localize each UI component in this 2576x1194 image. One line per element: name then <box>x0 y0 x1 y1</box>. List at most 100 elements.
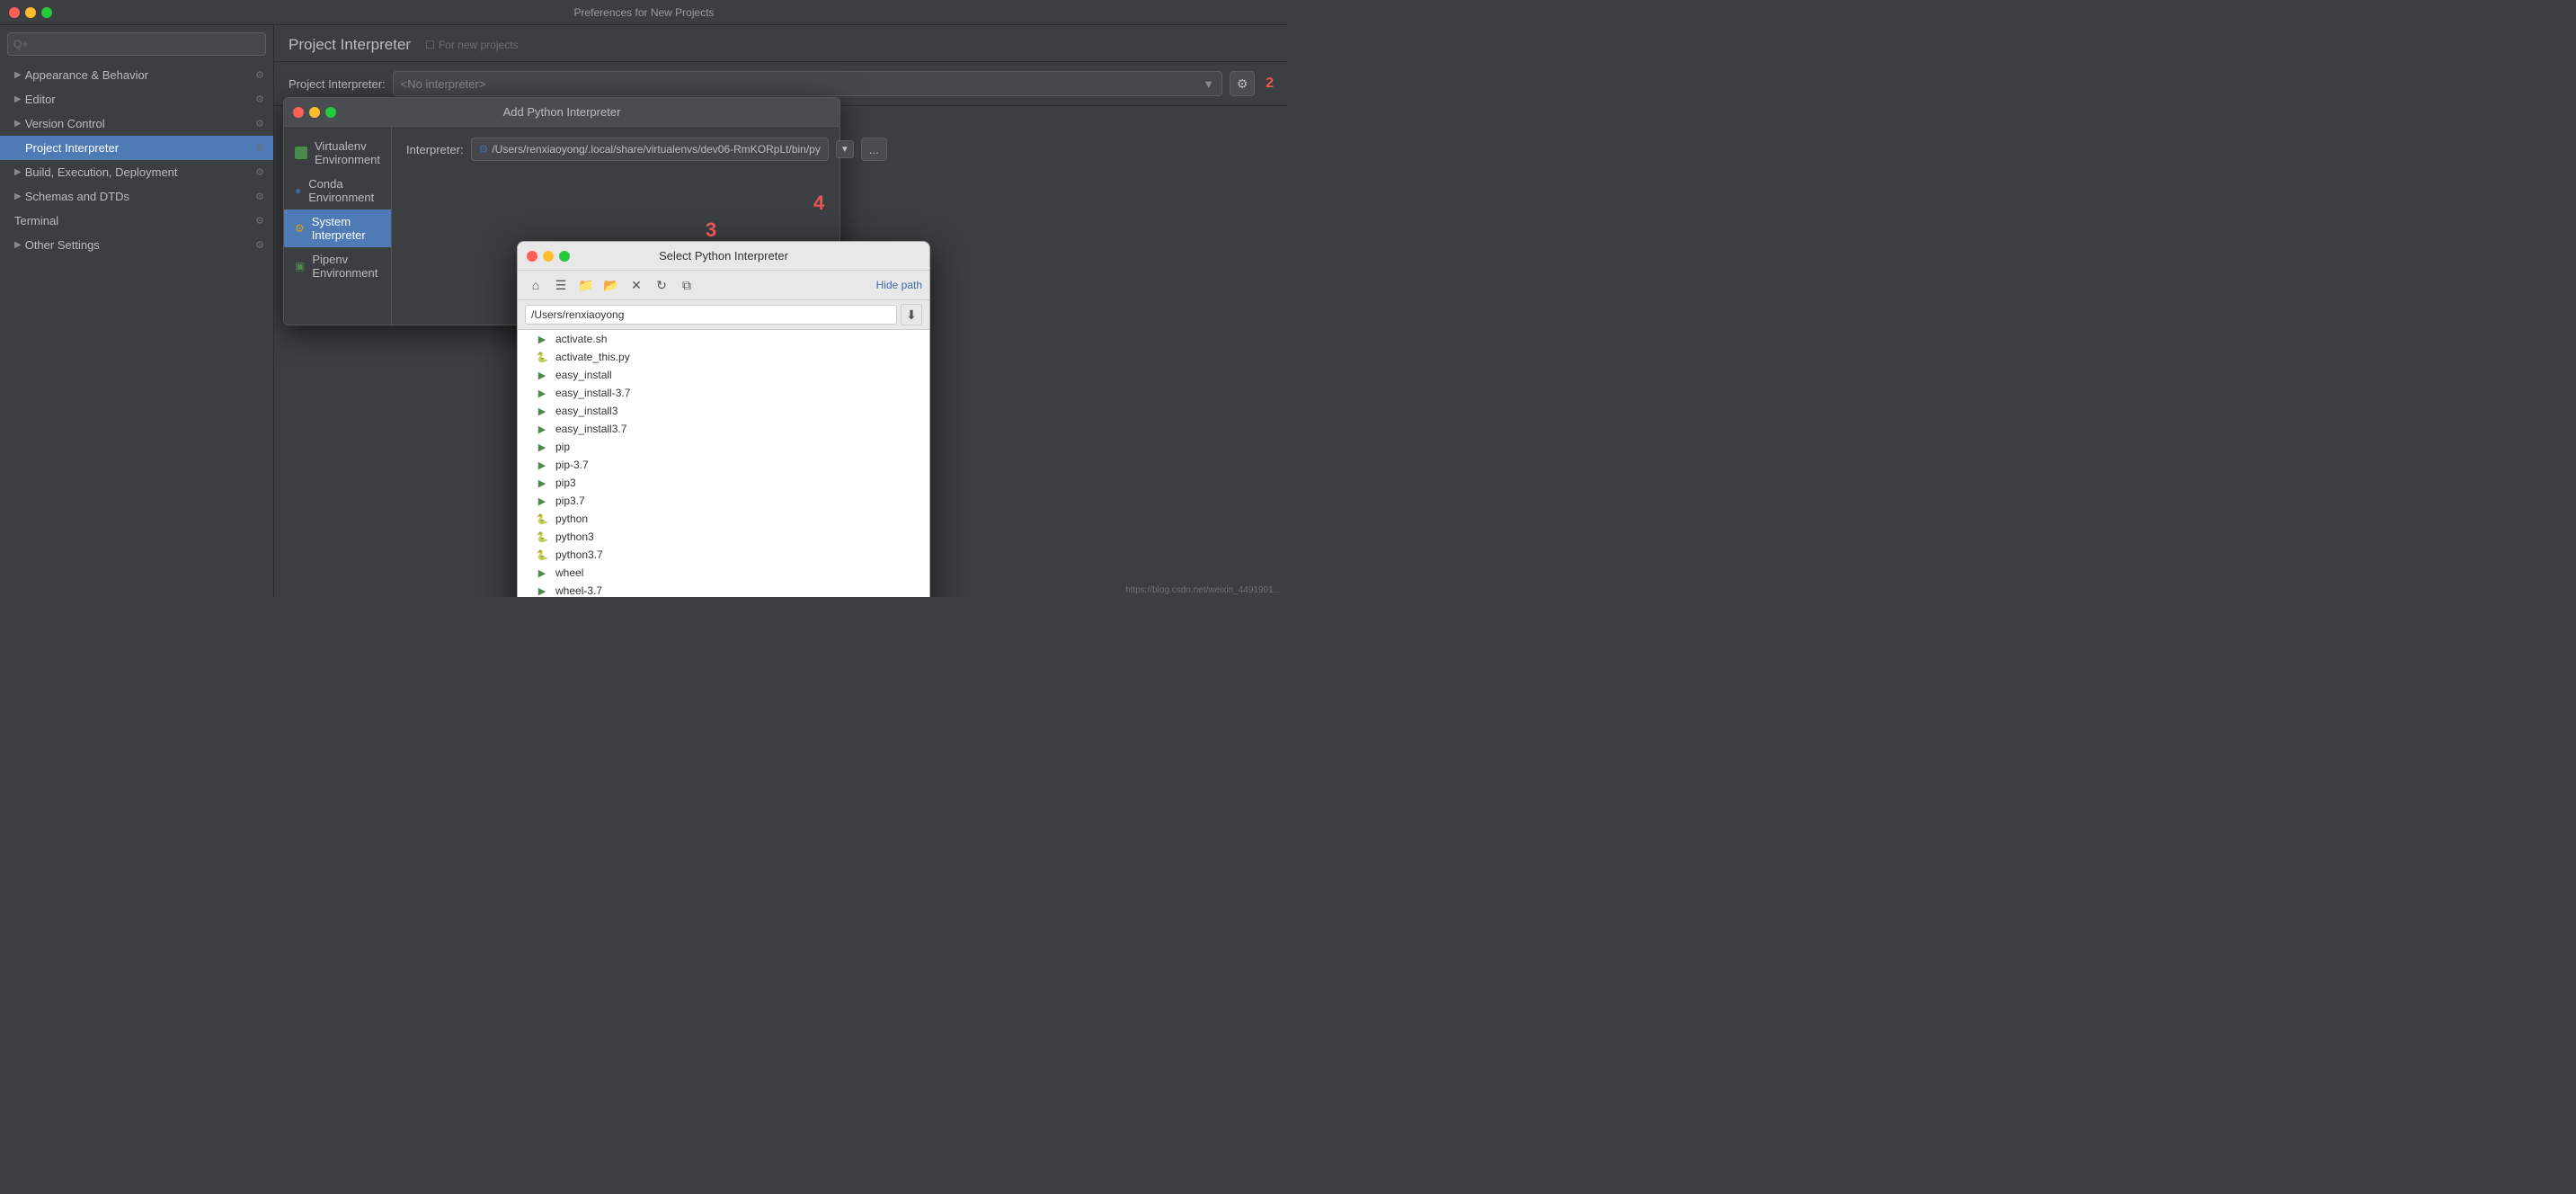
list-item[interactable]: 🐍 python3.7 <box>518 546 929 564</box>
sidebar-item-project-interpreter[interactable]: Project Interpreter ⚙ <box>0 136 273 160</box>
sidebar-item-label: Schemas and DTDs <box>25 190 129 203</box>
system-label: System Interpreter <box>312 215 380 242</box>
new-folder-button[interactable]: 📂 <box>600 274 622 296</box>
sidebar-item-schemas[interactable]: ▶ Schemas and DTDs ⚙ <box>0 184 273 209</box>
path-browse-button[interactable]: ⬇ <box>901 304 922 325</box>
file-name: wheel-3.7 <box>555 584 602 597</box>
info-icon: ☐ <box>425 39 435 51</box>
select-close-button[interactable] <box>527 251 537 262</box>
dialog-sidebar-pipenv[interactable]: ▣ Pipenv Environment <box>284 247 391 285</box>
settings-icon: ⚙ <box>255 166 264 178</box>
dialog-maximize-button[interactable] <box>325 107 336 118</box>
sidebar-item-editor[interactable]: ▶ Editor ⚙ <box>0 87 273 111</box>
list-item[interactable]: ▶ wheel <box>518 564 929 582</box>
file-list: ▶ activate.sh 🐍 activate_this.py ▶ easy_… <box>518 330 929 597</box>
exec-icon: ▶ <box>536 405 548 417</box>
list-item[interactable]: ▶ pip3 <box>518 474 929 492</box>
interpreter-label: Project Interpreter: <box>289 77 386 91</box>
virtualenv-icon <box>295 147 307 159</box>
file-name: pip <box>555 441 570 453</box>
select-dialog-titlebar: Select Python Interpreter <box>518 242 929 271</box>
settings-icon: ⚙ <box>255 69 264 81</box>
sidebar-items: ▶ Appearance & Behavior ⚙ ▶ Editor ⚙ ▶ V… <box>0 63 273 597</box>
minimize-button[interactable] <box>25 7 36 18</box>
select-maximize-button[interactable] <box>559 251 570 262</box>
refresh-button[interactable]: ↻ <box>651 274 672 296</box>
interpreter-field-label: Interpreter: <box>406 143 464 156</box>
interpreter-field-value[interactable]: ⚙ /Users/renxiaoyong/.local/share/virtua… <box>471 138 829 161</box>
sidebar-item-appearance[interactable]: ▶ Appearance & Behavior ⚙ <box>0 63 273 87</box>
three-dots-button[interactable]: ... <box>861 138 887 161</box>
maximize-button[interactable] <box>41 7 52 18</box>
copy-button[interactable]: ⧉ <box>676 274 697 296</box>
python-icon: ⚙ <box>479 143 489 156</box>
settings-icon: ⚙ <box>255 94 264 105</box>
content-area: Project Interpreter ☐ For new projects P… <box>274 25 1288 597</box>
dialog-title-bar: Add Python Interpreter <box>284 98 839 127</box>
exec-icon: ▶ <box>536 369 548 381</box>
conda-label: Conda Environment <box>308 177 380 204</box>
arrow-icon: ▶ <box>14 192 22 201</box>
list-item[interactable]: 🐍 python3 <box>518 528 929 546</box>
sidebar-item-terminal[interactable]: Terminal ⚙ <box>0 209 273 233</box>
interpreter-field-row: Interpreter: ⚙ /Users/renxiaoyong/.local… <box>406 138 887 161</box>
search-input[interactable] <box>13 38 260 50</box>
sidebar-item-other-settings[interactable]: ▶ Other Settings ⚙ <box>0 233 273 257</box>
dialog-sidebar-system[interactable]: ⚙ System Interpreter <box>284 209 391 247</box>
sidebar: ▶ Appearance & Behavior ⚙ ▶ Editor ⚙ ▶ V… <box>0 25 274 597</box>
dropdown-arrow-icon: ▼ <box>1203 77 1214 91</box>
arrow-icon: ▶ <box>14 94 22 104</box>
select-minimize-button[interactable] <box>543 251 554 262</box>
sidebar-item-label: Version Control <box>25 117 105 130</box>
pipenv-icon: ▣ <box>295 260 305 272</box>
exec-icon: ▶ <box>536 566 548 579</box>
list-item[interactable]: 🐍 python <box>518 510 929 528</box>
settings-icon: ⚙ <box>255 118 264 129</box>
virtualenv-label: Virtualenv Environment <box>315 139 380 166</box>
delete-button[interactable]: ✕ <box>626 274 647 296</box>
hide-path-link[interactable]: Hide path <box>876 279 922 291</box>
list-item[interactable]: ▶ easy_install <box>518 366 929 384</box>
sidebar-item-build[interactable]: ▶ Build, Execution, Deployment ⚙ <box>0 160 273 184</box>
dialog-minimize-button[interactable] <box>309 107 320 118</box>
dialog-sidebar-virtualenv[interactable]: Virtualenv Environment <box>284 134 391 172</box>
dialog-window-controls[interactable] <box>293 107 336 118</box>
dialog-sidebar-conda[interactable]: ● Conda Environment <box>284 172 391 209</box>
system-icon: ⚙ <box>295 222 305 235</box>
list-item[interactable]: ▶ pip3.7 <box>518 492 929 510</box>
search-box[interactable] <box>7 32 266 56</box>
list-item[interactable]: ▶ wheel-3.7 <box>518 582 929 597</box>
window-controls[interactable] <box>9 7 52 18</box>
py-icon: 🐍 <box>536 512 548 525</box>
file-name: python <box>555 512 588 525</box>
folder-up-button[interactable]: 📁 <box>575 274 597 296</box>
file-name: wheel <box>555 566 583 579</box>
sidebar-item-version-control[interactable]: ▶ Version Control ⚙ <box>0 111 273 136</box>
list-view-button[interactable]: ☰ <box>550 274 572 296</box>
home-button[interactable]: ⌂ <box>525 274 546 296</box>
exec-icon: ▶ <box>536 423 548 435</box>
select-dialog-toolbar: ⌂ ☰ 📁 📂 ✕ ↻ ⧉ Hide path <box>518 271 929 300</box>
list-item[interactable]: ▶ activate.sh <box>518 330 929 348</box>
exec-icon: ▶ <box>536 459 548 471</box>
list-item[interactable]: ▶ easy_install-3.7 <box>518 384 929 402</box>
list-item[interactable]: ▶ easy_install3.7 <box>518 420 929 438</box>
path-input[interactable] <box>525 305 897 325</box>
file-name: python3.7 <box>555 548 603 561</box>
interpreter-dropdown[interactable]: <No interpreter> ▼ <box>393 71 1222 96</box>
file-name: pip3 <box>555 477 576 489</box>
list-item[interactable]: 🐍 activate_this.py <box>518 348 929 366</box>
list-item[interactable]: ▶ easy_install3 <box>518 402 929 420</box>
title-bar: Preferences for New Projects <box>0 0 1288 25</box>
arrow-icon: ▶ <box>14 70 22 80</box>
page-title: Project Interpreter <box>289 36 411 54</box>
select-dialog-controls[interactable] <box>527 251 570 262</box>
exec-icon: ▶ <box>536 441 548 453</box>
gear-button[interactable]: ⚙ <box>1230 71 1255 96</box>
dialog-close-button[interactable] <box>293 107 304 118</box>
pipenv-label: Pipenv Environment <box>312 253 380 280</box>
list-item[interactable]: ▶ pip-3.7 <box>518 456 929 474</box>
dropdown-arrow-btn[interactable]: ▼ <box>836 140 854 158</box>
list-item[interactable]: ▶ pip <box>518 438 929 456</box>
close-button[interactable] <box>9 7 20 18</box>
